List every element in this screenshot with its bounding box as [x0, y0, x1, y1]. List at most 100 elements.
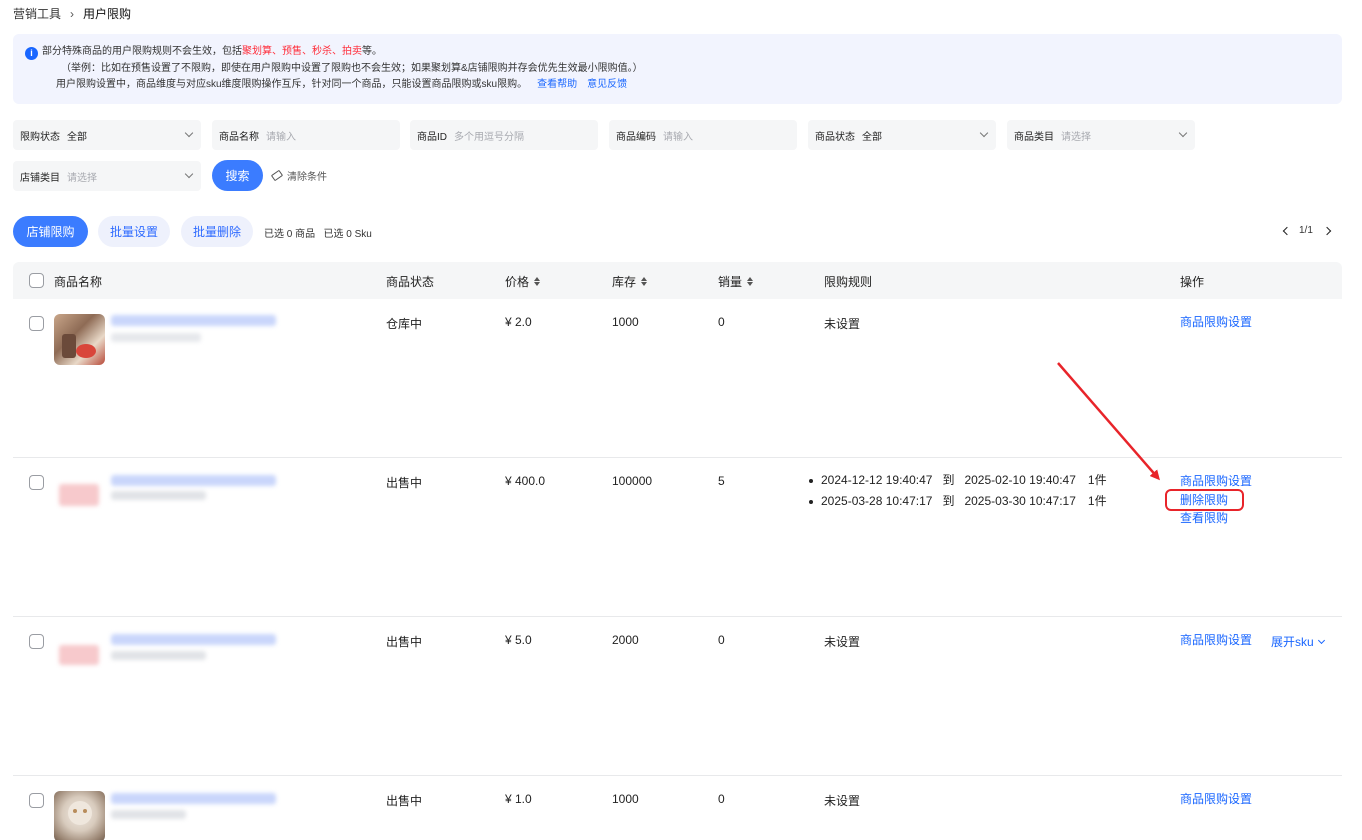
header-sales[interactable]: 销量 — [718, 273, 754, 290]
row-rule: 未设置 — [824, 635, 861, 649]
breadcrumb-separator-icon: › — [70, 6, 75, 21]
product-id-blurred — [111, 333, 201, 342]
row-price: ¥ 400.0 — [505, 474, 546, 488]
row-sales: 0 — [718, 792, 725, 806]
goods-limit-setting-link[interactable]: 商品限购设置 — [1180, 472, 1252, 491]
row-stock: 1000 — [612, 792, 639, 806]
product-thumbnail[interactable] — [54, 314, 105, 365]
filter-label: 店铺类目 — [20, 172, 60, 184]
filter-goods-id[interactable]: 商品ID 多个用逗号分隔 — [410, 120, 598, 150]
rule-qty: 1件 — [1087, 473, 1107, 487]
notice-highlight: 聚划算、预售、秒杀、拍卖 — [242, 46, 362, 57]
row-ops: 商品限购设置 删除限购 查看限购 — [1180, 472, 1252, 528]
filter-value: 全部 — [67, 131, 87, 143]
filter-label: 商品ID — [417, 131, 447, 143]
row-stock: 1000 — [612, 315, 639, 329]
notice-text-3: 用户限购设置中，商品维度与对应sku维度限购操作互斥，针对同一个商品，只能设置商… — [56, 79, 528, 90]
table-row: 仓库中 ¥ 2.0 1000 0 未设置 商品限购设置 — [13, 299, 1342, 458]
row-checkbox[interactable] — [29, 634, 44, 649]
view-limit-link[interactable]: 查看限购 — [1180, 509, 1252, 528]
chevron-right-icon[interactable] — [1322, 226, 1332, 235]
chevron-left-icon[interactable] — [1282, 226, 1292, 235]
batch-set-button[interactable]: 批量设置 — [98, 216, 170, 247]
filter-value: 全部 — [862, 131, 882, 143]
sort-icon[interactable] — [747, 277, 754, 286]
rule-start: 2025-03-28 10:47:17 — [821, 494, 933, 508]
product-thumbnail[interactable] — [59, 484, 99, 506]
header-rule: 限购规则 — [824, 275, 873, 289]
header-sales-label: 销量 — [718, 275, 743, 289]
table-row: 出售中 ¥ 1.0 1000 0 未设置 商品限购设置 — [13, 776, 1342, 840]
product-title-blurred — [111, 634, 276, 645]
row-status: 出售中 — [386, 794, 423, 808]
breadcrumb: 营销工具 › 用户限购 — [13, 5, 131, 22]
expand-sku-link[interactable]: 展开sku — [1271, 633, 1325, 650]
filter-label: 限购状态 — [20, 131, 60, 143]
pagination: 1/1 — [1280, 225, 1334, 236]
help-link[interactable]: 查看帮助 — [537, 79, 577, 90]
row-status: 出售中 — [386, 635, 423, 649]
header-price-label: 价格 — [505, 275, 530, 289]
selected-count: 已选 0 商品 已选 0 Sku — [264, 229, 372, 240]
delete-limit-link[interactable]: 删除限购 — [1180, 491, 1252, 510]
notice-line-1: i 部分特殊商品的用户限购规则不会生效，包括聚划算、预售、秒杀、拍卖等。 — [25, 44, 1330, 61]
clear-filters-label: 清除条件 — [287, 172, 327, 183]
sort-icon[interactable] — [534, 277, 541, 286]
batch-delete-button[interactable]: 批量删除 — [181, 216, 253, 247]
filter-goods-name[interactable]: 商品名称 请输入 — [212, 120, 400, 150]
sort-icon[interactable] — [641, 277, 648, 286]
chevron-down-icon — [184, 128, 194, 138]
product-id-blurred — [111, 810, 186, 819]
filter-placeholder: 请输入 — [663, 131, 693, 143]
limit-rule-item: 2025-03-28 10:47:17 到 2025-03-30 10:47:17 1… — [808, 491, 1107, 512]
filter-placeholder: 请选择 — [67, 172, 97, 184]
row-ops: 商品限购设置 — [1180, 631, 1252, 650]
info-icon: i — [25, 47, 38, 60]
filter-label: 商品编码 — [616, 131, 656, 143]
filter-label: 商品状态 — [815, 131, 855, 143]
product-title-blurred — [111, 315, 276, 326]
notice-banner: i 部分特殊商品的用户限购规则不会生效，包括聚划算、预售、秒杀、拍卖等。 （举例：… — [13, 34, 1342, 104]
row-stock: 100000 — [612, 474, 653, 488]
filter-limit-status[interactable]: 限购状态 全部 — [13, 120, 201, 150]
search-button[interactable]: 搜索 — [212, 160, 263, 191]
product-thumbnail[interactable] — [59, 645, 99, 665]
notice-line-2: （举例：比如在预售设置了不限购，即使在用户限购中设置了限购也不会生效；如果聚划算… — [61, 62, 643, 74]
header-stock[interactable]: 库存 — [612, 273, 648, 290]
header-price[interactable]: 价格 — [505, 273, 541, 290]
product-thumbnail[interactable] — [54, 791, 105, 840]
goods-limit-setting-link[interactable]: 商品限购设置 — [1180, 790, 1252, 809]
filter-shop-category[interactable]: 店铺类目 请选择 — [13, 161, 201, 191]
feedback-link[interactable]: 意见反馈 — [587, 79, 627, 90]
shop-limit-button[interactable]: 店铺限购 — [13, 216, 88, 247]
goods-limit-setting-link[interactable]: 商品限购设置 — [1180, 631, 1252, 650]
row-checkbox[interactable] — [29, 793, 44, 808]
goods-limit-setting-link[interactable]: 商品限购设置 — [1180, 313, 1252, 332]
row-ops: 商品限购设置 — [1180, 313, 1252, 332]
rule-to: 到 — [942, 473, 955, 487]
row-price: ¥ 2.0 — [505, 315, 532, 329]
row-checkbox[interactable] — [29, 475, 44, 490]
rule-qty: 1件 — [1087, 494, 1107, 508]
table-row: 出售中 ¥ 400.0 100000 5 2024-12-12 19:40:47… — [13, 458, 1342, 617]
filter-goods-category[interactable]: 商品类目 请选择 — [1007, 120, 1195, 150]
rule-start: 2024-12-12 19:40:47 — [821, 473, 933, 487]
filter-placeholder: 请选择 — [1061, 131, 1091, 143]
select-all-checkbox[interactable] — [29, 273, 44, 288]
filter-goods-status[interactable]: 商品状态 全部 — [808, 120, 996, 150]
clear-filters-button[interactable]: 清除条件 — [270, 168, 327, 183]
row-sales: 5 — [718, 474, 725, 488]
filter-placeholder: 多个用逗号分隔 — [454, 131, 524, 143]
notice-text: 部分特殊商品的用户限购规则不会生效，包括 — [42, 46, 242, 57]
row-checkbox[interactable] — [29, 316, 44, 331]
filter-placeholder: 请输入 — [266, 131, 296, 143]
row-status: 出售中 — [386, 476, 423, 490]
header-ops: 操作 — [1180, 275, 1205, 289]
header-name: 商品名称 — [54, 275, 103, 289]
row-sales: 0 — [718, 315, 725, 329]
breadcrumb-parent[interactable]: 营销工具 — [13, 5, 61, 22]
expand-sku-label: 展开sku — [1271, 635, 1314, 649]
filter-goods-code[interactable]: 商品编码 请输入 — [609, 120, 797, 150]
page: 营销工具 › 用户限购 i 部分特殊商品的用户限购规则不会生效，包括聚划算、预售、… — [0, 0, 1362, 840]
rule-to: 到 — [942, 494, 955, 508]
